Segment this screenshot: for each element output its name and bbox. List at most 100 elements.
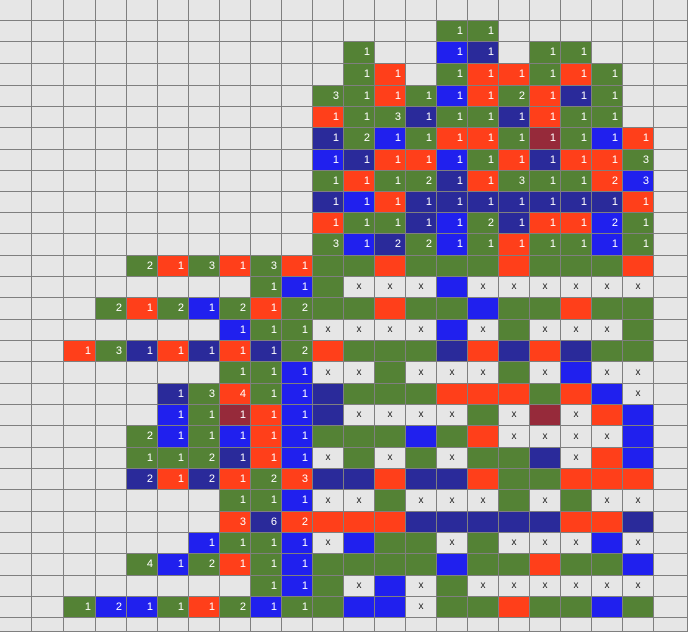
grid-cell[interactable] <box>96 277 127 298</box>
clue-cell[interactable]: 1 <box>189 533 220 554</box>
clue-cell[interactable]: 2 <box>282 512 313 533</box>
crossed-cell[interactable]: x <box>406 490 437 512</box>
grid-cell[interactable] <box>96 512 127 533</box>
grid-cell[interactable] <box>623 298 654 320</box>
grid-cell[interactable] <box>189 86 220 107</box>
clue-cell[interactable]: 1 <box>251 384 282 405</box>
clue-cell[interactable]: 1 <box>251 362 282 384</box>
grid-cell[interactable] <box>32 576 64 597</box>
clue-cell[interactable]: 3 <box>499 171 530 192</box>
grid-cell[interactable] <box>0 128 32 150</box>
grid-cell[interactable] <box>0 341 32 362</box>
grid-cell[interactable] <box>344 533 375 554</box>
grid-cell[interactable] <box>32 490 64 512</box>
grid-cell[interactable] <box>313 64 344 86</box>
grid-cell[interactable] <box>499 618 530 632</box>
grid-cell[interactable] <box>0 512 32 533</box>
grid-cell[interactable] <box>32 597 64 618</box>
grid-cell[interactable] <box>127 107 158 128</box>
grid-cell[interactable] <box>468 426 499 448</box>
grid-cell[interactable] <box>189 171 220 192</box>
grid-cell[interactable] <box>189 490 220 512</box>
grid-cell[interactable] <box>64 384 96 405</box>
crossed-cell[interactable]: x <box>561 533 592 554</box>
clue-cell[interactable]: 1 <box>344 86 375 107</box>
grid-cell[interactable] <box>220 64 251 86</box>
grid-cell[interactable] <box>499 469 530 490</box>
crossed-cell[interactable]: x <box>530 320 561 341</box>
grid-cell[interactable] <box>127 192 158 213</box>
clue-cell[interactable]: 1 <box>499 150 530 171</box>
grid-cell[interactable] <box>375 469 406 490</box>
grid-cell[interactable] <box>344 256 375 277</box>
grid-cell[interactable] <box>437 277 468 298</box>
crossed-cell[interactable]: x <box>499 576 530 597</box>
grid-cell[interactable] <box>623 554 654 576</box>
grid-cell[interactable] <box>0 0 32 21</box>
grid-cell[interactable] <box>96 405 127 426</box>
grid-cell[interactable] <box>313 618 344 632</box>
crossed-cell[interactable]: x <box>561 576 592 597</box>
grid-cell[interactable] <box>499 448 530 469</box>
grid-cell[interactable] <box>344 597 375 618</box>
crossed-cell[interactable]: x <box>623 576 654 597</box>
grid-cell[interactable] <box>313 42 344 64</box>
clue-cell[interactable]: 1 <box>127 448 158 469</box>
grid-cell[interactable] <box>220 277 251 298</box>
clue-cell[interactable]: 1 <box>282 426 313 448</box>
grid-cell[interactable] <box>32 554 64 576</box>
grid-cell[interactable] <box>96 362 127 384</box>
grid-cell[interactable] <box>654 213 688 234</box>
clue-cell[interactable]: 1 <box>313 128 344 150</box>
grid-cell[interactable] <box>64 618 96 632</box>
clue-cell[interactable]: 1 <box>375 171 406 192</box>
clue-cell[interactable]: 1 <box>623 213 654 234</box>
grid-cell[interactable] <box>313 554 344 576</box>
grid-cell[interactable] <box>127 213 158 234</box>
clue-cell[interactable]: 2 <box>220 298 251 320</box>
grid-cell[interactable] <box>437 0 468 21</box>
clue-cell[interactable]: 4 <box>220 384 251 405</box>
grid-cell[interactable] <box>654 86 688 107</box>
grid-cell[interactable] <box>0 384 32 405</box>
clue-cell[interactable]: 2 <box>158 298 189 320</box>
crossed-cell[interactable]: x <box>623 490 654 512</box>
clue-cell[interactable]: 1 <box>282 533 313 554</box>
grid-cell[interactable] <box>406 42 437 64</box>
grid-cell[interactable] <box>499 0 530 21</box>
clue-cell[interactable]: 1 <box>499 64 530 86</box>
grid-cell[interactable] <box>592 405 623 426</box>
clue-cell[interactable]: 1 <box>220 405 251 426</box>
grid-cell[interactable] <box>220 21 251 42</box>
clue-cell[interactable]: 1 <box>530 42 561 64</box>
clue-cell[interactable]: 1 <box>344 171 375 192</box>
grid-cell[interactable] <box>158 512 189 533</box>
crossed-cell[interactable]: x <box>406 320 437 341</box>
clue-cell[interactable]: 1 <box>189 597 220 618</box>
clue-cell[interactable]: 1 <box>127 341 158 362</box>
grid-cell[interactable] <box>406 533 437 554</box>
grid-cell[interactable] <box>468 341 499 362</box>
grid-cell[interactable] <box>654 320 688 341</box>
grid-cell[interactable] <box>654 448 688 469</box>
grid-cell[interactable] <box>0 597 32 618</box>
clue-cell[interactable]: 1 <box>158 341 189 362</box>
grid-cell[interactable] <box>32 320 64 341</box>
clue-cell[interactable]: 1 <box>158 554 189 576</box>
grid-cell[interactable] <box>313 341 344 362</box>
grid-cell[interactable] <box>437 320 468 341</box>
grid-cell[interactable] <box>623 469 654 490</box>
grid-cell[interactable] <box>158 213 189 234</box>
clue-cell[interactable]: 1 <box>127 597 158 618</box>
grid-cell[interactable] <box>375 576 406 597</box>
clue-cell[interactable]: 1 <box>220 448 251 469</box>
crossed-cell[interactable]: x <box>344 320 375 341</box>
grid-cell[interactable] <box>251 107 282 128</box>
clue-cell[interactable]: 2 <box>592 213 623 234</box>
grid-cell[interactable] <box>32 512 64 533</box>
clue-cell[interactable]: 2 <box>406 171 437 192</box>
clue-cell[interactable]: 1 <box>127 298 158 320</box>
grid-cell[interactable] <box>313 426 344 448</box>
grid-cell[interactable] <box>499 21 530 42</box>
grid-cell[interactable] <box>96 426 127 448</box>
